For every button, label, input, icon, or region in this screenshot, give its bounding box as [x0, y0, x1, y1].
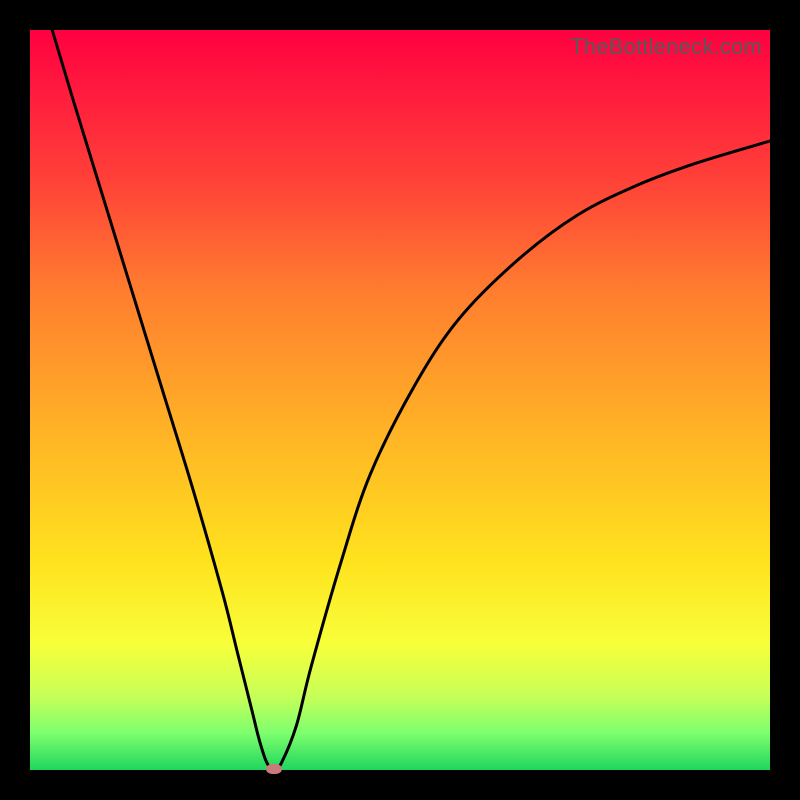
- plot-area: TheBottleneck.com: [30, 30, 770, 770]
- curve-path: [52, 30, 770, 770]
- chart-frame: TheBottleneck.com: [0, 0, 800, 800]
- curve-svg: [30, 30, 770, 770]
- min-marker: [266, 764, 282, 774]
